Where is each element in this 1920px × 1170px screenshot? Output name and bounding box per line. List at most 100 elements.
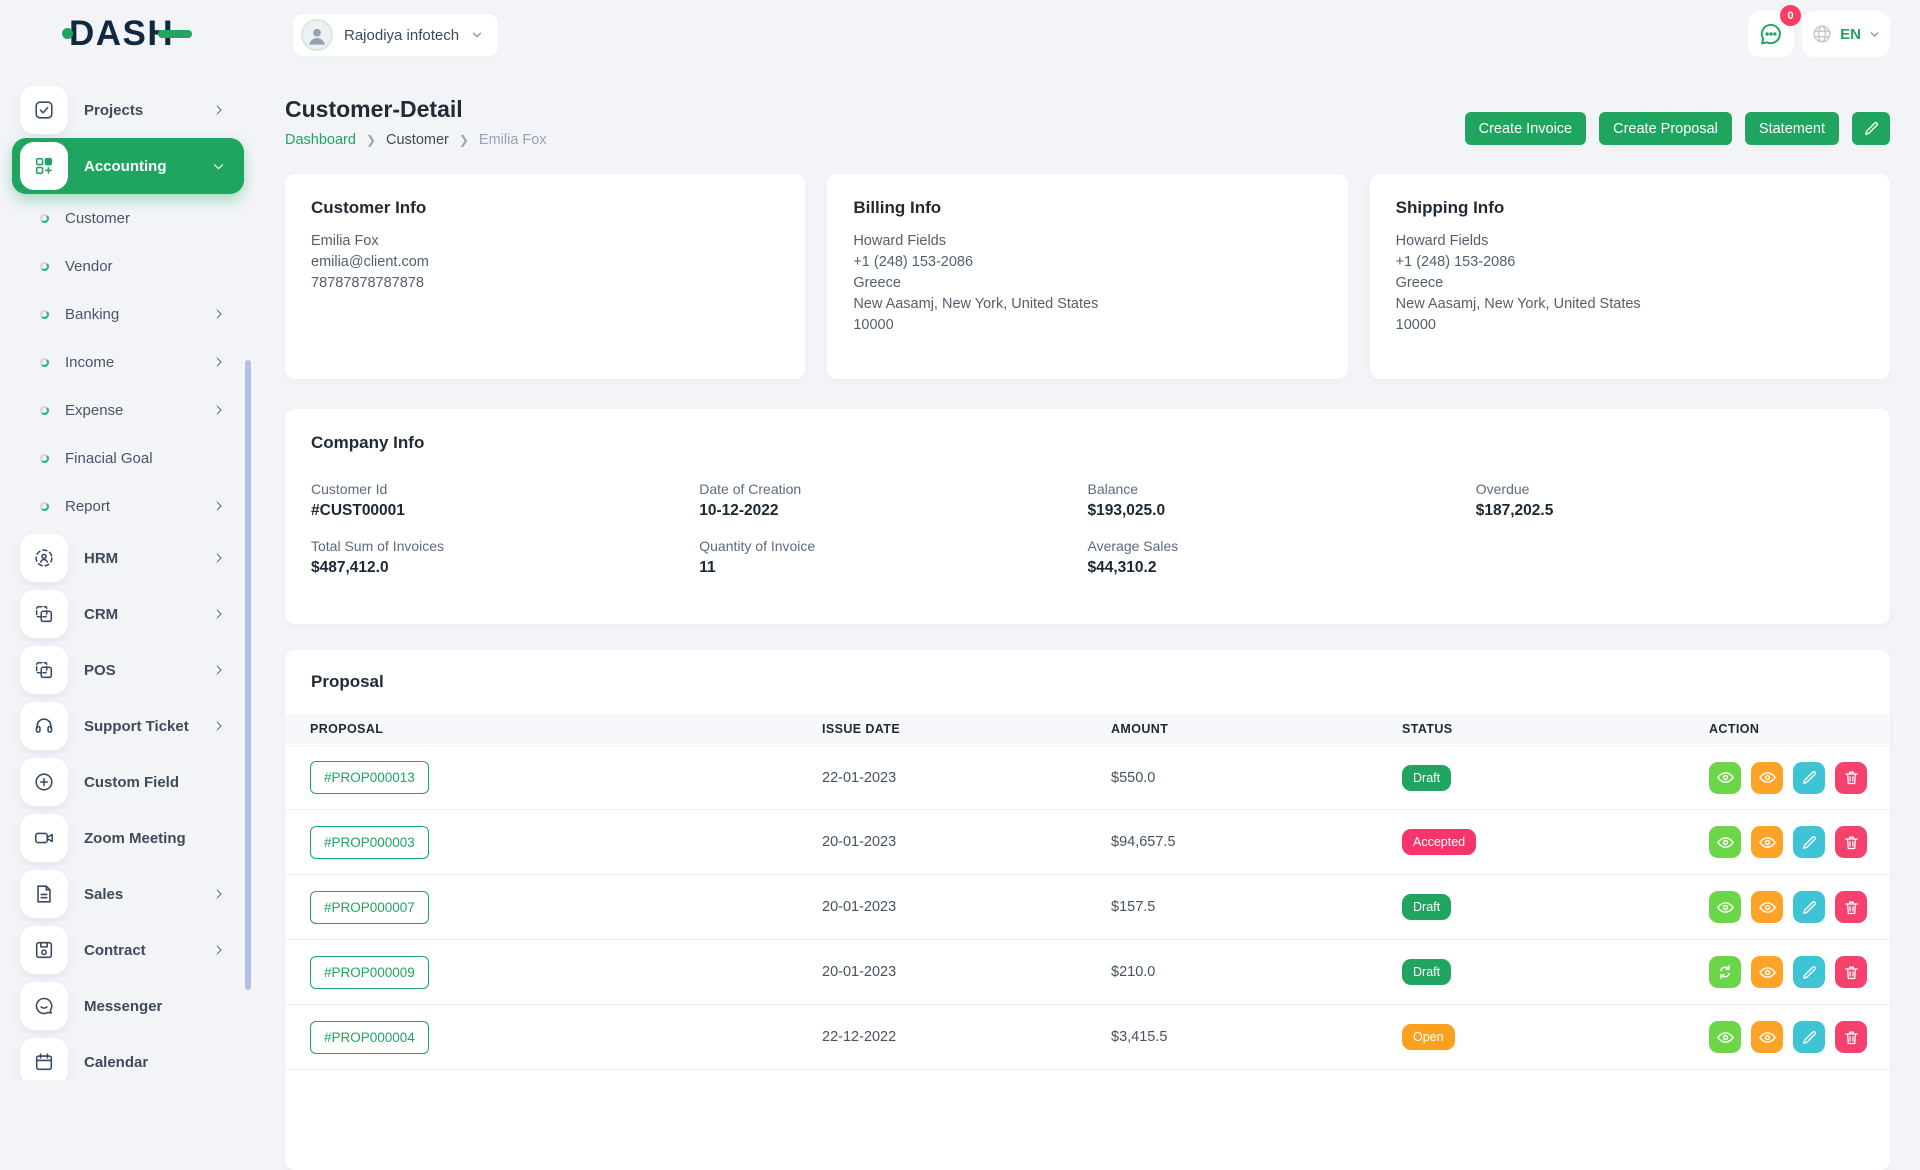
headset-icon xyxy=(20,702,68,750)
info-line: 10000 xyxy=(853,315,1321,336)
company-selector[interactable]: Rajodiya infotech xyxy=(292,13,499,57)
row-actions xyxy=(1709,762,1890,794)
pencil-icon xyxy=(1801,834,1818,851)
grid-plus-icon xyxy=(20,142,68,190)
sidebar-item-report[interactable]: Report xyxy=(0,482,256,530)
sidebar-item-label: Support Ticket xyxy=(84,718,189,735)
eye-icon xyxy=(1758,1028,1777,1047)
bullet-icon xyxy=(40,262,49,271)
trash-icon xyxy=(1843,1029,1860,1046)
bullet-icon xyxy=(40,358,49,367)
proposal-id-link[interactable]: #PROP000007 xyxy=(310,891,429,924)
company-field-customer-id: Customer Id#CUST00001 xyxy=(311,481,699,520)
view-button[interactable] xyxy=(1709,762,1741,794)
sidebar-item-label: Banking xyxy=(65,306,119,323)
breadcrumb-dashboard[interactable]: Dashboard xyxy=(285,132,356,148)
bullet-icon xyxy=(40,406,49,415)
company-field-overdue: Overdue $187,202.5 xyxy=(1476,481,1864,520)
floppy-icon xyxy=(20,926,68,974)
shipping-info-title: Shipping Info xyxy=(1396,198,1864,218)
notifications-button[interactable]: 0 xyxy=(1748,11,1794,57)
delete-button[interactable] xyxy=(1835,762,1867,794)
proposal-row: #PROP00000320-01-2023$94,657.5Accepted xyxy=(285,810,1890,875)
preview-button[interactable] xyxy=(1751,1021,1783,1053)
sidebar: ProjectsAccountingCustomer Vendor Banking I… xyxy=(0,70,256,1080)
sidebar-item-contract[interactable]: Contract xyxy=(12,922,244,978)
field-value: 10-12-2022 xyxy=(699,502,1087,520)
view-button[interactable] xyxy=(1709,826,1741,858)
sidebar-item-accounting[interactable]: Accounting xyxy=(12,138,244,194)
create-invoice-button[interactable]: Create Invoice xyxy=(1465,112,1587,145)
chevron-right-icon xyxy=(212,607,226,621)
sidebar-item-label: Expense xyxy=(65,402,123,419)
field-value: $44,310.2 xyxy=(1088,559,1476,577)
proposal-id-link[interactable]: #PROP000004 xyxy=(310,1021,429,1054)
sidebar-scrollbar[interactable] xyxy=(245,360,251,990)
customer-info-lines: Emilia Foxemilia@client.com7878787878787… xyxy=(311,231,779,294)
bullet-icon xyxy=(40,214,49,223)
sidebar-item-label: Vendor xyxy=(65,258,113,275)
proposal-table-body: #PROP00001322-01-2023$550.0Draft#PROP000… xyxy=(285,745,1890,1070)
sidebar-item-custom-field[interactable]: Custom Field xyxy=(12,754,244,810)
sidebar-item-pos[interactable]: POS xyxy=(12,642,244,698)
row-actions xyxy=(1709,826,1890,858)
company-field-total-sum-of-invoices: Total Sum of Invoices$487,412.0 xyxy=(311,538,699,577)
sidebar-item-banking[interactable]: Banking xyxy=(0,290,256,338)
edit-button[interactable] xyxy=(1793,1021,1825,1053)
sidebar-item-sales[interactable]: Sales xyxy=(12,866,244,922)
sidebar-item-crm[interactable]: CRM xyxy=(12,586,244,642)
edit-button[interactable] xyxy=(1793,956,1825,988)
convert-button[interactable] xyxy=(1709,956,1741,988)
edit-button[interactable] xyxy=(1793,762,1825,794)
sidebar-item-label: POS xyxy=(84,662,116,679)
edit-customer-button[interactable] xyxy=(1852,112,1890,145)
chevron-right-icon xyxy=(212,403,226,417)
statement-button[interactable]: Statement xyxy=(1745,112,1839,145)
sidebar-item-label: Messenger xyxy=(84,998,162,1015)
delete-button[interactable] xyxy=(1835,1021,1867,1053)
company-avatar xyxy=(301,19,333,51)
shipping-info-lines: Howard Fields+1 (248) 153-2086GreeceNew … xyxy=(1396,231,1864,336)
sidebar-item-expense[interactable]: Expense xyxy=(0,386,256,434)
chevron-down-icon xyxy=(211,159,226,174)
company-field-balance: Balance$193,025.0 xyxy=(1088,481,1476,520)
sidebar-item-vendor[interactable]: Vendor xyxy=(0,242,256,290)
edit-button[interactable] xyxy=(1793,891,1825,923)
sidebar-item-hrm[interactable]: HRM xyxy=(12,530,244,586)
delete-button[interactable] xyxy=(1835,891,1867,923)
sidebar-item-label: HRM xyxy=(84,550,118,567)
bullet-icon xyxy=(40,310,49,319)
preview-button[interactable] xyxy=(1751,891,1783,923)
view-button[interactable] xyxy=(1709,1021,1741,1053)
breadcrumb-customer[interactable]: Customer xyxy=(386,132,449,148)
info-line: 78787878787878 xyxy=(311,273,779,294)
field-label: Overdue xyxy=(1476,481,1864,497)
create-proposal-button[interactable]: Create Proposal xyxy=(1599,112,1732,145)
proposal-id-link[interactable]: #PROP000009 xyxy=(310,956,429,989)
view-button[interactable] xyxy=(1709,891,1741,923)
sidebar-item-zoom-meeting[interactable]: Zoom Meeting xyxy=(12,810,244,866)
sidebar-item-projects[interactable]: Projects xyxy=(12,82,244,138)
info-line: New Aasamj, New York, United States xyxy=(1396,294,1864,315)
sidebar-item-calendar[interactable]: Calendar xyxy=(12,1034,244,1080)
proposal-row: #PROP00000422-12-2022$3,415.5Open xyxy=(285,1005,1890,1070)
sidebar-item-messenger[interactable]: Messenger xyxy=(12,978,244,1034)
preview-button[interactable] xyxy=(1751,956,1783,988)
field-value: $187,202.5 xyxy=(1476,502,1864,520)
amount-cell: $3,415.5 xyxy=(1111,1029,1402,1045)
delete-button[interactable] xyxy=(1835,826,1867,858)
preview-button[interactable] xyxy=(1751,826,1783,858)
edit-button[interactable] xyxy=(1793,826,1825,858)
header-actions: Create Invoice Create Proposal Statement xyxy=(1465,112,1890,145)
pencil-icon xyxy=(1801,899,1818,916)
sidebar-item-customer[interactable]: Customer xyxy=(0,194,256,242)
sidebar-item-income[interactable]: Income xyxy=(0,338,256,386)
sidebar-item-support-ticket[interactable]: Support Ticket xyxy=(12,698,244,754)
delete-button[interactable] xyxy=(1835,956,1867,988)
amount-cell: $210.0 xyxy=(1111,964,1402,980)
preview-button[interactable] xyxy=(1751,762,1783,794)
sidebar-item-finacial-goal[interactable]: Finacial Goal xyxy=(0,434,256,482)
proposal-id-link[interactable]: #PROP000003 xyxy=(310,826,429,859)
proposal-id-link[interactable]: #PROP000013 xyxy=(310,761,429,794)
language-selector[interactable]: EN xyxy=(1802,11,1890,57)
